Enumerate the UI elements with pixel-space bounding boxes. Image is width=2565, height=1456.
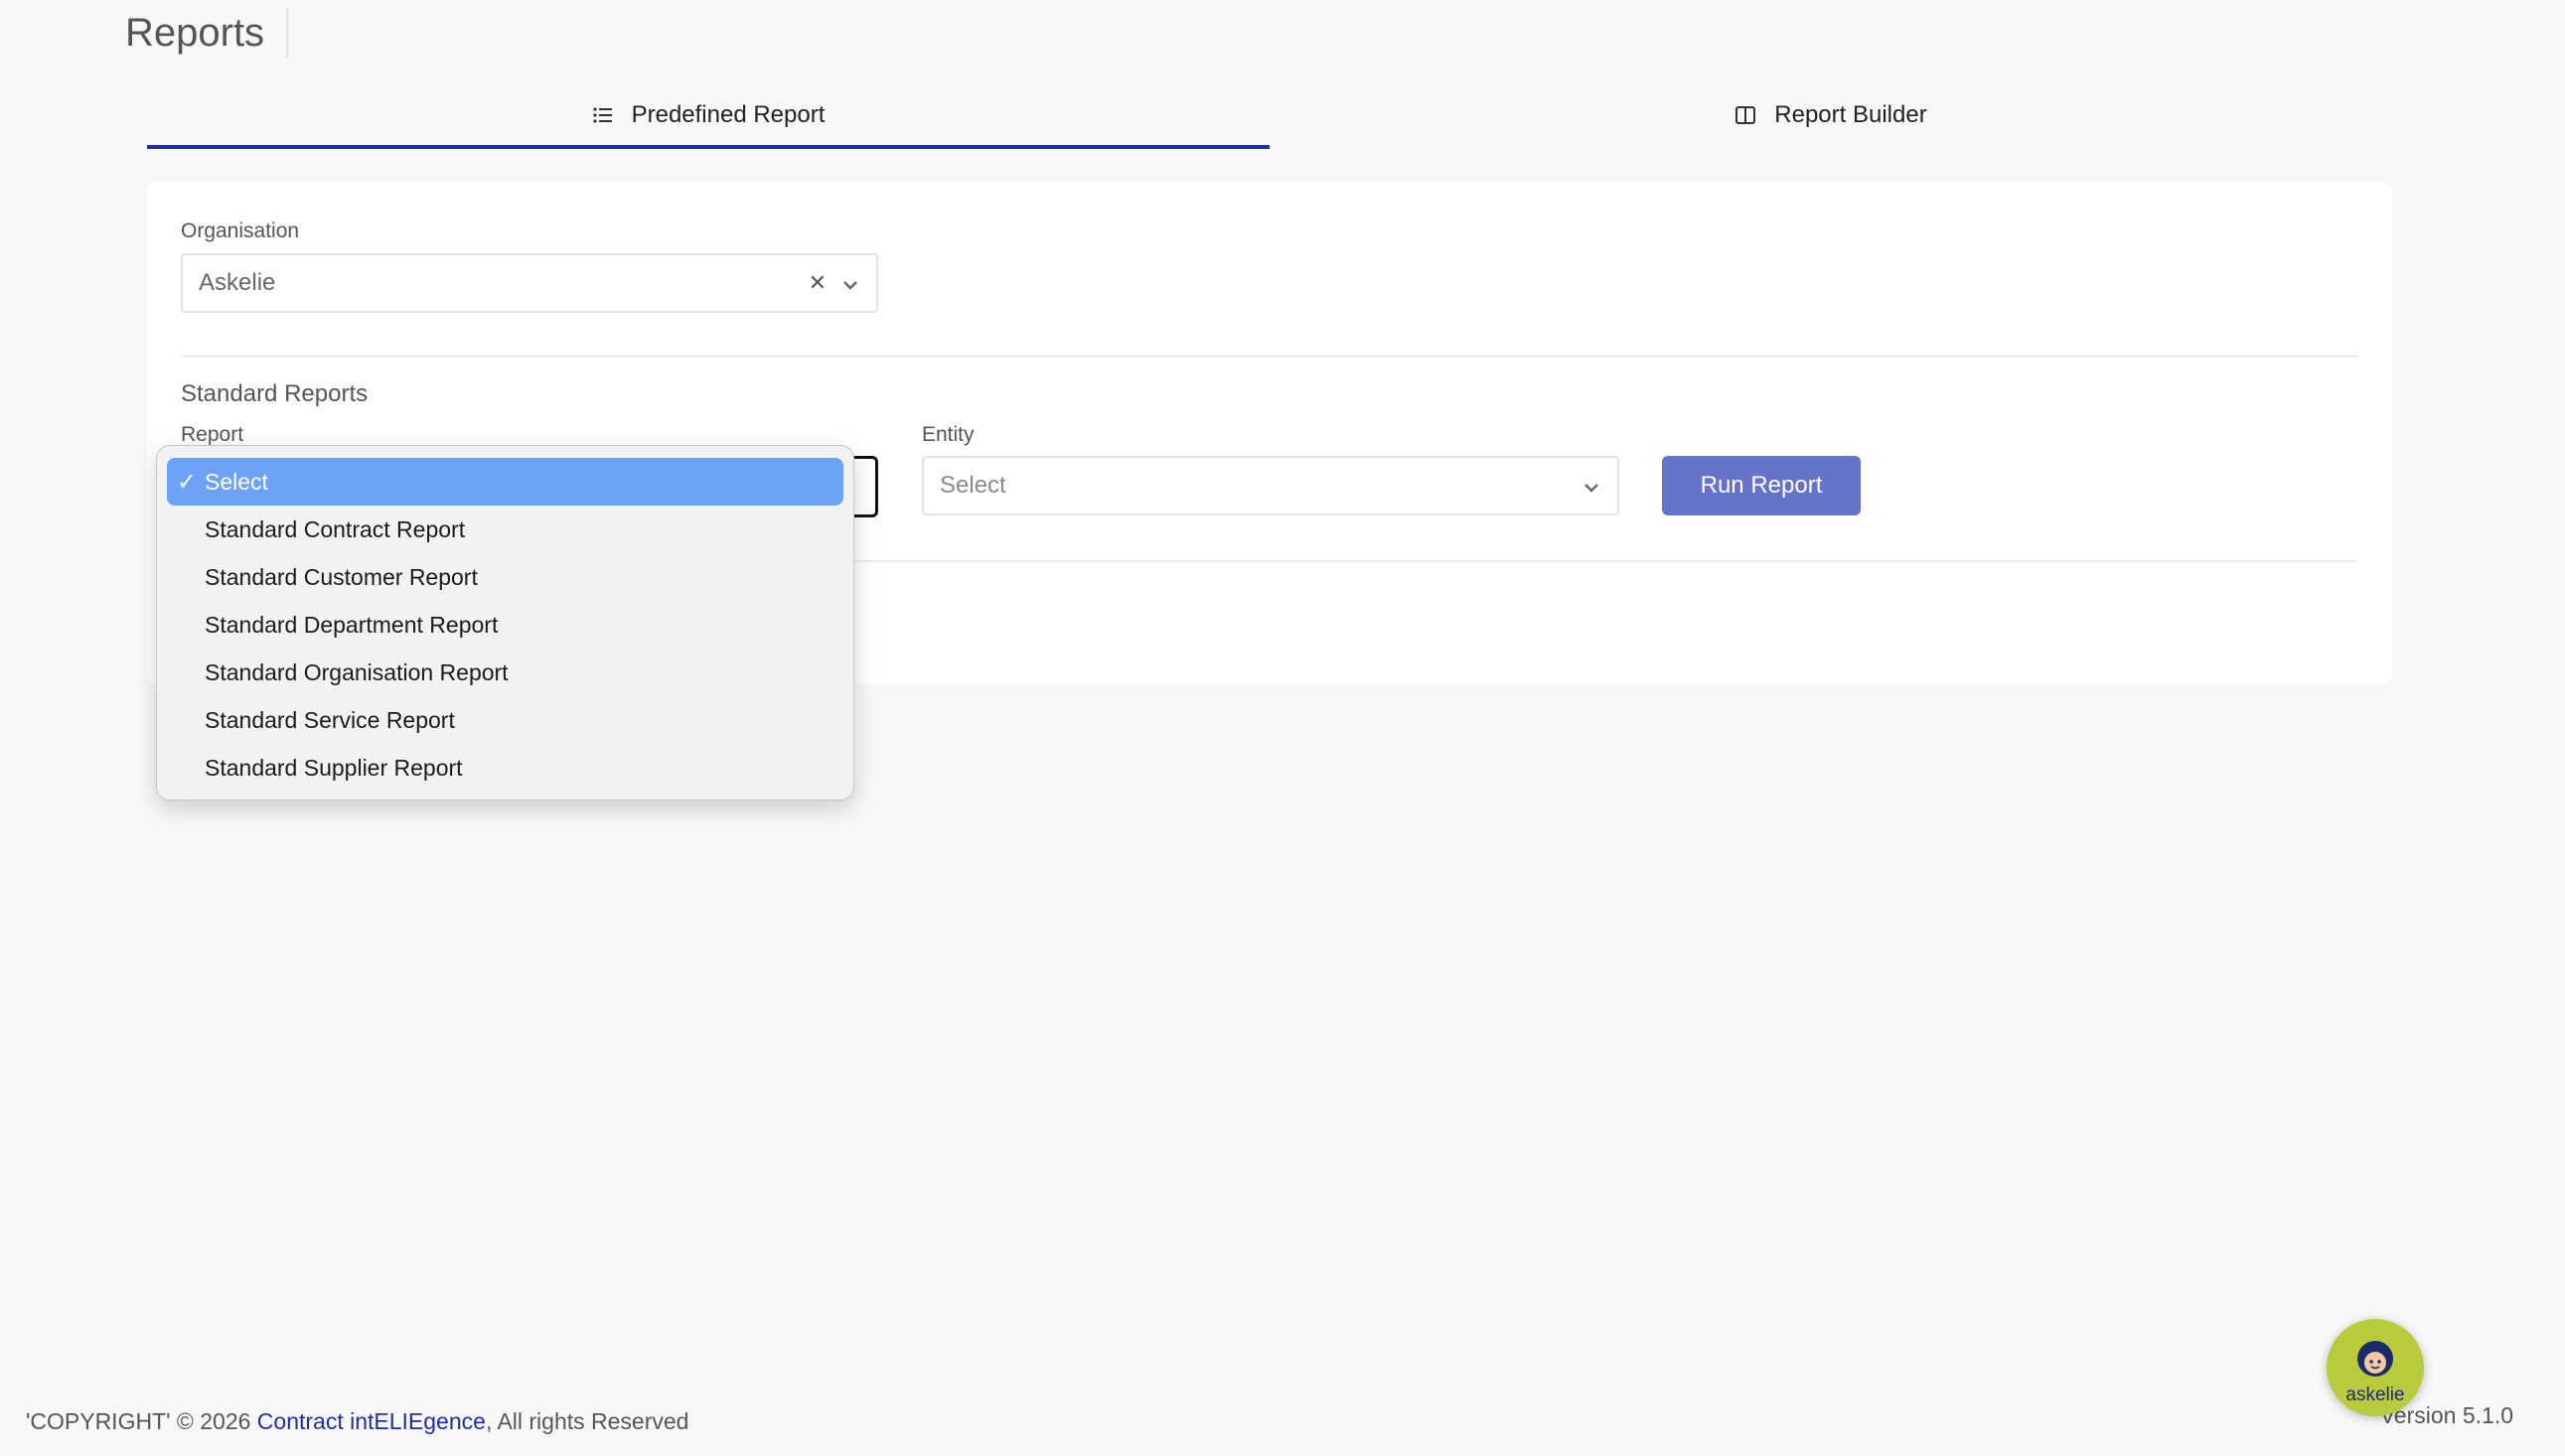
columns-icon [1735,104,1756,126]
dropdown-option[interactable]: Standard Department Report [167,601,843,649]
dropdown-option[interactable]: Standard Contract Report [167,506,843,553]
tab-report-builder[interactable]: Report Builder [1270,85,2392,149]
assistant-label: askelie [2345,1384,2405,1405]
tab-label: Report Builder [1774,101,1927,128]
organisation-select[interactable]: Askelie ✕ [181,253,878,313]
company-link[interactable]: Contract intELIEgence [257,1408,486,1434]
dropdown-option[interactable]: Standard Organisation Report [167,649,843,696]
checkmark-icon: ✓ [177,468,198,496]
dropdown-option[interactable]: Standard Supplier Report [167,744,843,792]
divider [181,356,2358,358]
entity-select[interactable]: Select [922,456,1619,515]
assistant-avatar-icon [2351,1337,2399,1384]
entity-label: Entity [922,423,975,446]
list-icon [592,104,614,126]
page-title: Reports [125,8,289,58]
assistant-button[interactable]: askelie [2327,1319,2424,1416]
dropdown-option[interactable]: Standard Service Report [167,696,843,744]
standard-reports-title: Standard Reports [181,380,369,407]
organisation-label: Organisation [181,219,300,242]
dropdown-option[interactable]: ✓ Select [167,458,843,506]
chevron-down-icon[interactable] [1584,472,1599,500]
report-dropdown: ✓ Select Standard Contract Report Standa… [156,445,854,801]
clear-icon[interactable]: ✕ [809,270,827,296]
copyright-text: 'COPYRIGHT' © 2026 [26,1408,251,1434]
chevron-down-icon[interactable] [842,269,858,297]
dropdown-option[interactable]: Standard Customer Report [167,553,843,601]
report-tabs: Predefined Report Report Builder [147,85,2392,149]
tab-predefined-report[interactable]: Predefined Report [147,85,1270,149]
footer: 'COPYRIGHT' © 2026 Contract intELIEgence… [26,1408,688,1435]
organisation-value: Askelie [199,269,276,296]
run-report-button[interactable]: Run Report [1662,456,1861,515]
report-label: Report [181,423,244,446]
tab-label: Predefined Report [631,101,826,128]
entity-placeholder: Select [940,472,1006,499]
rights-text: , All rights Reserved [485,1408,689,1434]
